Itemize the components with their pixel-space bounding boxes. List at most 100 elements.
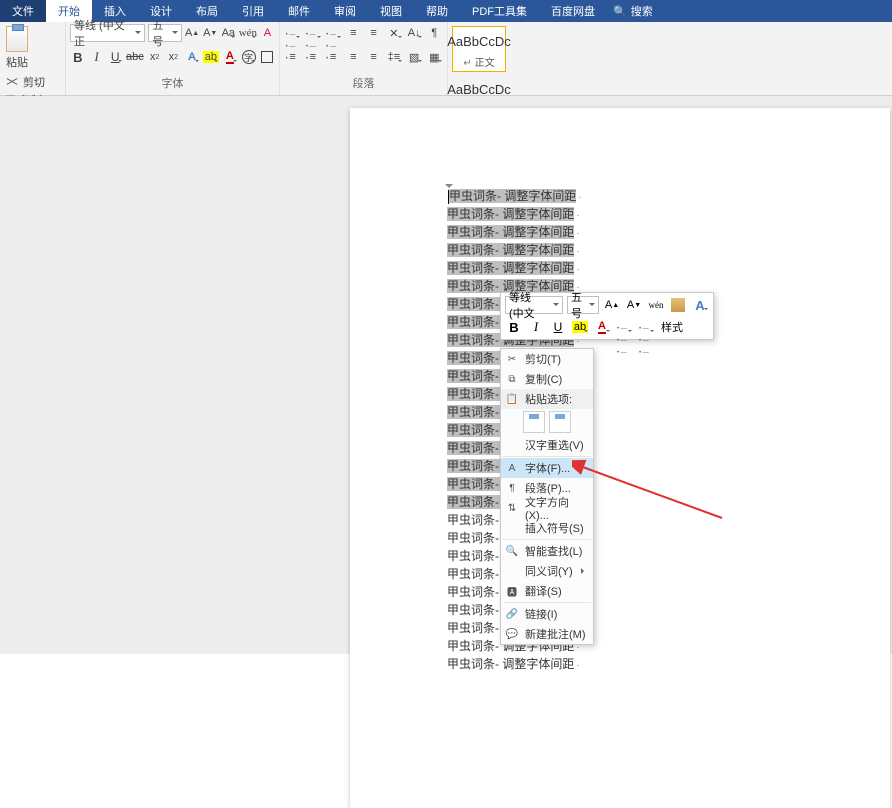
ctx-translate[interactable]: 🅰翻译(S): [501, 581, 593, 601]
mini-font-name-combo[interactable]: 等线 (中文: [505, 296, 563, 314]
tab-baidu-netdisk[interactable]: 百度网盘: [539, 0, 607, 22]
align-left-button[interactable]: ≡: [284, 48, 301, 66]
align-center-button[interactable]: ≡: [304, 48, 321, 66]
paste-icon: [6, 26, 28, 52]
mini-bullets-button[interactable]: [615, 318, 633, 336]
tab-layout[interactable]: 布局: [184, 0, 230, 22]
mini-phonetic-button[interactable]: wén: [647, 296, 665, 314]
increase-indent-button[interactable]: ≡: [365, 24, 382, 42]
separator: [503, 539, 591, 540]
ctx-synonym[interactable]: 同义词(Y): [501, 561, 593, 581]
shrink-font-button[interactable]: A▼: [203, 24, 218, 42]
ctx-text-direction[interactable]: ⇅文字方向(X)...: [501, 498, 593, 518]
style-card-0[interactable]: AaBbCcDc正文: [452, 26, 506, 72]
justify-button[interactable]: ≡: [345, 48, 362, 66]
ctx-paste-options-header: 📋粘贴选项:: [501, 389, 593, 409]
mini-italic-button[interactable]: I: [527, 318, 545, 336]
multilevel-list-button[interactable]: [325, 24, 342, 42]
distributed-button[interactable]: ≡: [365, 48, 382, 66]
ctx-new-comment[interactable]: 💬新建批注(M): [501, 624, 593, 644]
menubar: 文件 开始 插入 设计 布局 引用 邮件 审阅 视图 帮助 PDF工具集 百度网…: [0, 0, 892, 22]
text-line[interactable]: 甲虫词条- 调整字体间距·: [447, 242, 584, 260]
ctx-insert-symbol[interactable]: 插入符号(S): [501, 518, 593, 538]
brush-icon: [671, 298, 685, 312]
paragraph-icon: ¶: [505, 481, 519, 495]
decrease-indent-button[interactable]: ≡: [345, 24, 362, 42]
mini-grow-font-button[interactable]: A▲: [603, 296, 621, 314]
mini-highlight-button[interactable]: ab: [571, 318, 589, 336]
mini-bold-button[interactable]: B: [505, 318, 523, 336]
tab-pdf-tools[interactable]: PDF工具集: [460, 0, 539, 22]
numbering-button[interactable]: [304, 24, 321, 42]
paste-keep-source-button[interactable]: [523, 411, 545, 433]
mini-numbering-button[interactable]: [637, 318, 655, 336]
bold-button[interactable]: B: [70, 48, 86, 66]
text-line[interactable]: 甲虫词条- 调整字体间距·: [447, 260, 584, 278]
group-label-paragraph: 段落: [284, 73, 443, 95]
tab-review[interactable]: 审阅: [322, 0, 368, 22]
text-line[interactable]: 甲虫词条- 调整字体间距·: [447, 656, 584, 674]
tab-help[interactable]: 帮助: [414, 0, 460, 22]
font-color-button[interactable]: A: [222, 48, 238, 66]
tab-mailings[interactable]: 邮件: [276, 0, 322, 22]
mini-underline-button[interactable]: U: [549, 318, 567, 336]
tell-me-search[interactable]: 🔍 搜索: [607, 0, 659, 22]
text-line[interactable]: 甲虫词条- 调整字体间距·: [447, 206, 584, 224]
group-clipboard: 粘贴 剪切 复制 格式刷 剪贴板: [0, 22, 66, 95]
phonetic-guide-button[interactable]: wén: [239, 24, 257, 42]
page[interactable]: 甲虫词条- 调整字体间距·甲虫词条- 调整字体间距·甲虫词条- 调整字体间距·甲…: [350, 108, 890, 808]
asian-layout-button[interactable]: ✕: [385, 24, 402, 42]
text-effects-button[interactable]: A: [184, 48, 200, 66]
subscript-button[interactable]: x2: [147, 48, 163, 66]
mini-toolbar: 等线 (中文 五号 A▲ A▼ wén A B I U ab A 样式: [500, 292, 714, 340]
text-line[interactable]: 甲虫词条- 调整字体间距·: [447, 188, 584, 206]
line-spacing-button[interactable]: ‡≡: [385, 48, 402, 66]
grow-font-button[interactable]: A▲: [185, 24, 200, 42]
cut-icon: [6, 76, 18, 88]
group-label-font: 字体: [70, 73, 275, 95]
highlight-button[interactable]: ab: [203, 48, 219, 66]
ctx-smart-lookup[interactable]: 🔍智能查找(L): [501, 541, 593, 561]
clear-formatting-button[interactable]: A: [260, 24, 275, 42]
borders-button[interactable]: ▦: [426, 48, 443, 66]
ctx-hanzi-reselect[interactable]: 汉字重选(V): [501, 435, 593, 455]
style-preview: AaBbCcDc: [453, 29, 505, 54]
mini-styles-label[interactable]: 样式: [659, 318, 685, 336]
paste-text-only-button[interactable]: [549, 411, 571, 433]
mini-font-color-button[interactable]: A: [593, 318, 611, 336]
cut-button[interactable]: 剪切: [4, 74, 61, 90]
change-case-button[interactable]: Aa: [221, 24, 236, 42]
superscript-button[interactable]: x2: [165, 48, 181, 66]
mini-font-size-combo[interactable]: 五号: [567, 296, 599, 314]
tab-view[interactable]: 视图: [368, 0, 414, 22]
align-right-button[interactable]: ≡: [325, 48, 342, 66]
text-line[interactable]: 甲虫词条- 调整字体间距·: [447, 224, 584, 242]
search-label: 搜索: [631, 3, 653, 19]
strikethrough-button[interactable]: abc: [126, 48, 144, 66]
ctx-font[interactable]: A字体(F)...: [501, 458, 593, 478]
sort-button[interactable]: A↓: [406, 24, 423, 42]
ctx-cut[interactable]: ✂剪切(T): [501, 349, 593, 369]
font-size-combo[interactable]: 五号: [148, 24, 181, 42]
char-shading-button[interactable]: 字: [241, 48, 257, 66]
mini-format-painter-button[interactable]: [669, 296, 687, 314]
shading-button[interactable]: ▧: [406, 48, 423, 66]
show-marks-button[interactable]: ¶: [426, 24, 443, 42]
ctx-copy[interactable]: ⧉复制(C): [501, 369, 593, 389]
char-border-button[interactable]: [259, 48, 275, 66]
tab-references[interactable]: 引用: [230, 0, 276, 22]
paste-icon: 📋: [505, 392, 519, 406]
tab-file[interactable]: 文件: [0, 0, 46, 22]
mini-shrink-font-button[interactable]: A▼: [625, 296, 643, 314]
bullets-button[interactable]: [284, 24, 301, 42]
separator: [503, 456, 591, 457]
italic-button[interactable]: I: [89, 48, 105, 66]
mini-styles-button[interactable]: A: [691, 296, 709, 314]
document-area[interactable]: 甲虫词条- 调整字体间距·甲虫词条- 调整字体间距·甲虫词条- 调整字体间距·甲…: [0, 96, 892, 654]
group-paragraph: ≡ ≡ ✕ A↓ ¶ ≡ ≡ ≡ ≡ ≡ ‡≡ ▧ ▦ 段落: [280, 22, 448, 95]
copy-icon: ⧉: [505, 372, 519, 386]
paste-button[interactable]: 粘贴: [4, 24, 30, 70]
font-name-combo[interactable]: 等线 (中文正: [70, 24, 145, 42]
ctx-link[interactable]: 🔗链接(I): [501, 604, 593, 624]
underline-button[interactable]: U: [107, 48, 123, 66]
